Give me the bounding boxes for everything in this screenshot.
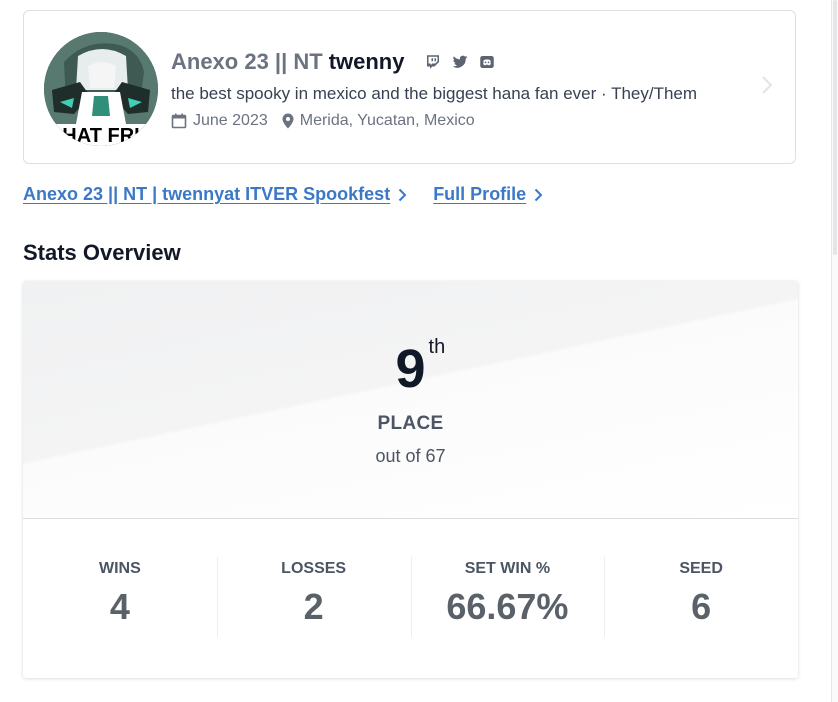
placement-value: 9 bbox=[395, 339, 426, 399]
stat-value: 2 bbox=[303, 586, 324, 627]
stat-label: WINS bbox=[98, 560, 141, 577]
event-entrant-link-event[interactable]: at ITVER Spookfest bbox=[224, 184, 390, 205]
player-gamertag: twenny bbox=[328, 49, 405, 74]
social-links bbox=[424, 53, 496, 71]
full-profile-link[interactable]: Full Profile bbox=[433, 184, 526, 205]
stat-label: SEED bbox=[679, 560, 723, 577]
stats-card: 9th PLACE out of 67 WINS 4 LOSSES 2 SET … bbox=[23, 281, 798, 678]
page-scrollbar-thumb[interactable] bbox=[833, 0, 837, 255]
stats-overview-title: Stats Overview bbox=[23, 240, 181, 265]
joined-date: June 2023 bbox=[171, 112, 268, 130]
stat-losses: LOSSES 2 bbox=[216, 519, 411, 678]
place-out-of: out of 67 bbox=[375, 446, 446, 466]
twitter-icon[interactable] bbox=[451, 53, 469, 71]
stat-value: 66.67% bbox=[446, 586, 569, 627]
player-meta: June 2023 Merida, Yucatan, Mexico bbox=[171, 112, 475, 130]
stat-wins: WINS 4 bbox=[23, 519, 217, 678]
stat-set-win-percent: SET WIN % 66.67% bbox=[410, 519, 605, 678]
event-entrant-link-name[interactable]: Anexo 23 || NT | twenny bbox=[23, 184, 224, 205]
stats-row: WINS 4 LOSSES 2 SET WIN % 66.67% SEED 6 bbox=[23, 519, 798, 678]
placement-number: 9th bbox=[395, 337, 445, 399]
player-location-text: Merida, Yucatan, Mexico bbox=[299, 112, 475, 129]
stat-value: 4 bbox=[109, 586, 130, 627]
player-name: Anexo 23 || NT twenny bbox=[171, 47, 496, 77]
player-prefix: Anexo 23 || NT bbox=[171, 49, 323, 74]
profile-links: Anexo 23 || NT | twenny at ITVER Spookfe… bbox=[23, 184, 543, 205]
chevron-right-icon[interactable] bbox=[761, 75, 773, 101]
stat-label: LOSSES bbox=[281, 560, 347, 577]
stat-seed: SEED 6 bbox=[604, 519, 798, 678]
location-pin-icon bbox=[282, 113, 294, 129]
page-scrollbar[interactable] bbox=[831, 0, 838, 702]
player-location: Merida, Yucatan, Mexico bbox=[282, 112, 475, 130]
place-label: PLACE bbox=[377, 413, 444, 434]
player-card[interactable]: HAT FRI Anexo 23 || NT twenny the best s… bbox=[23, 10, 796, 164]
placement: 9th bbox=[23, 337, 798, 399]
event-entrant-link[interactable]: Anexo 23 || NT | twenny at ITVER Spookfe… bbox=[23, 184, 390, 205]
discord-icon[interactable] bbox=[478, 53, 496, 71]
placement-suffix: th bbox=[428, 336, 446, 358]
stat-value: 6 bbox=[691, 586, 712, 627]
stat-label: SET WIN % bbox=[464, 560, 551, 577]
avatar: HAT FRI bbox=[44, 32, 158, 146]
joined-date-text: June 2023 bbox=[193, 112, 268, 129]
twitch-icon[interactable] bbox=[424, 53, 442, 71]
calendar-icon bbox=[171, 113, 187, 129]
player-bio: the best spooky in mexico and the bigges… bbox=[171, 84, 698, 103]
chevron-right-icon[interactable] bbox=[398, 188, 407, 202]
svg-text:HAT FRI: HAT FRI bbox=[62, 125, 139, 146]
placement-panel: 9th PLACE out of 67 bbox=[23, 281, 798, 519]
chevron-right-icon[interactable] bbox=[534, 188, 543, 202]
